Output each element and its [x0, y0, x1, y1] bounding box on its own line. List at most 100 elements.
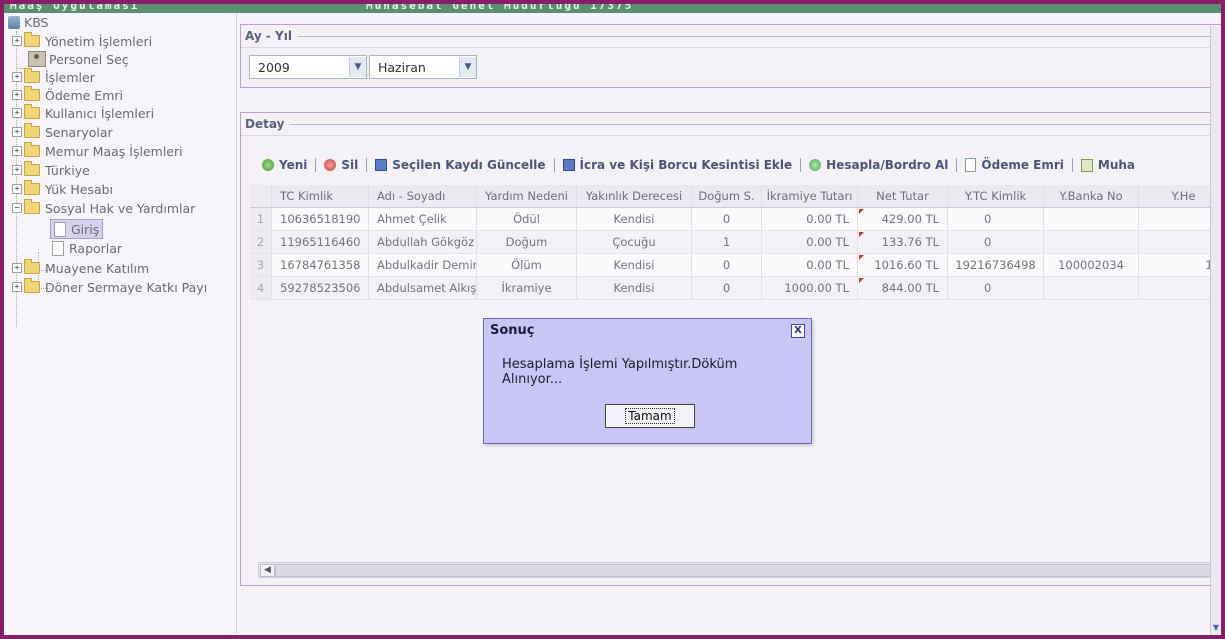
calculate-payroll-button[interactable]: Hesapla/Bordro Al: [803, 158, 954, 172]
ok-button-label: Tamam: [625, 408, 675, 424]
tree-item-odeme-emri[interactable]: + Ödeme Emri: [12, 86, 123, 104]
expand-icon[interactable]: +: [12, 165, 22, 175]
grid-header-row: TC Kimlik Adı - Soyadı Yardım Nedeni Yak…: [250, 185, 1220, 208]
save-icon: [562, 159, 575, 171]
tree-item-yuk-hesabi[interactable]: + Yük Hesabı: [12, 180, 113, 198]
column-header[interactable]: Y.TC Kimlik: [948, 185, 1044, 207]
expand-icon[interactable]: +: [12, 108, 22, 118]
result-dialog: Sonuç X Hesaplama İşlemi Yapılmıştır.Dök…: [483, 318, 812, 444]
vertical-scrollbar[interactable]: ▼: [1210, 26, 1221, 635]
expand-icon[interactable]: +: [12, 263, 22, 273]
year-select[interactable]: 2009 ▼: [249, 55, 367, 79]
expand-icon[interactable]: +: [12, 146, 22, 156]
navigation-tree: KBS + Yönetim İşlemleri Personel Seç + İ…: [4, 13, 237, 633]
column-header[interactable]: Adı - Soyadı: [369, 185, 477, 207]
new-button[interactable]: Yeni: [256, 158, 313, 172]
table-row[interactable]: 2 11965116460 Abdullah Gökgöz Doğum Çocu…: [250, 231, 1220, 254]
tree-item-raporlar[interactable]: Raporlar: [52, 239, 122, 257]
chevron-down-icon[interactable]: ▼: [349, 57, 366, 77]
calculate-icon: [809, 159, 822, 171]
expand-icon[interactable]: +: [12, 282, 22, 292]
server-icon: [8, 15, 20, 29]
column-header[interactable]: Net Tutar: [858, 185, 948, 207]
folder-icon: [24, 68, 40, 83]
tree-item-personel-sec[interactable]: Personel Seç: [28, 50, 129, 68]
tree-item-yonetim[interactable]: + Yönetim İşlemleri: [12, 32, 152, 50]
tree-item-giris[interactable]: Giriş: [50, 219, 104, 239]
page-icon: [54, 221, 66, 237]
document-icon: [965, 158, 977, 172]
folder-icon: [24, 161, 40, 176]
detail-grid: TC Kimlik Adı - Soyadı Yardım Nedeni Yak…: [250, 185, 1220, 307]
add-icon: [262, 159, 274, 171]
column-header[interactable]: Y.He: [1139, 185, 1220, 207]
column-header[interactable]: Yardım Nedeni: [477, 185, 577, 207]
detail-toolbar: Yeni Sil Seçilen Kaydı Güncelle İcra ve …: [256, 150, 1221, 180]
folder-icon: [24, 278, 40, 293]
column-header[interactable]: İkramiye Tutarı: [762, 185, 858, 207]
folder-icon: [24, 104, 40, 119]
remove-icon: [324, 159, 337, 171]
folder-icon: [24, 142, 40, 157]
scrollbar-thumb[interactable]: [275, 564, 1213, 577]
close-icon[interactable]: X: [791, 324, 805, 338]
folder-icon: [24, 86, 40, 101]
month-value: Haziran: [378, 59, 426, 75]
folder-icon: [24, 259, 40, 274]
table-row[interactable]: 3 16784761358 Abdulkadir Demiral Ölüm Ke…: [250, 254, 1220, 277]
tree-item-memur-maas[interactable]: + Memur Maaş İşlemleri: [12, 142, 183, 160]
year-value: 2009: [258, 59, 290, 75]
folder-icon: [24, 123, 40, 138]
payment-order-button[interactable]: Ödeme Emri: [959, 158, 1069, 172]
expand-icon[interactable]: +: [12, 184, 22, 194]
accounting-button[interactable]: Muha: [1075, 158, 1141, 172]
period-panel-header: Ay - Yıl: [241, 25, 1221, 48]
tree-item-muayene[interactable]: + Muayene Katılım: [12, 259, 149, 277]
expand-icon[interactable]: +: [12, 90, 22, 100]
page-icon: [52, 240, 64, 256]
title-bar: Maaş Uygulaması Muhasebat Genel Müdürlüğ…: [4, 4, 1221, 13]
scroll-left-icon[interactable]: ◀: [260, 564, 275, 577]
month-select[interactable]: Haziran ▼: [369, 55, 477, 79]
period-panel-title: Ay - Yıl: [245, 29, 292, 43]
tree-item-islemler[interactable]: + İşlemler: [12, 68, 95, 86]
tree-item-kullanici[interactable]: + Kullanıcı İşlemleri: [12, 104, 154, 122]
expand-icon[interactable]: +: [12, 36, 22, 46]
column-header[interactable]: Y.Banka No: [1044, 185, 1139, 207]
horizontal-scrollbar[interactable]: ◀: [258, 562, 1215, 578]
add-deduction-button[interactable]: İcra ve Kişi Borcu Kesintisi Ekle: [557, 158, 799, 172]
period-panel: Ay - Yıl 2009 ▼ Haziran ▼: [240, 24, 1221, 88]
ok-button[interactable]: Tamam: [605, 404, 695, 428]
dialog-message: Hesaplama İşlemi Yapılmıştır.Döküm Alını…: [502, 357, 738, 387]
folder-open-icon: [24, 199, 40, 214]
dialog-title: Sonuç: [490, 323, 535, 338]
person-card-icon: [28, 51, 46, 67]
detail-panel-title: Detay: [245, 117, 285, 131]
column-header[interactable]: Yakınlık Derecesi: [577, 185, 692, 207]
table-row[interactable]: 1 10636518190 Ahmet Çelik Ödül Kendisi 0…: [250, 208, 1220, 231]
expand-icon[interactable]: +: [12, 72, 22, 82]
app-subtitle: Muhasebat Genel Müdürlüğü 17375: [366, 4, 634, 12]
column-header[interactable]: TC Kimlik: [272, 185, 369, 207]
delete-button[interactable]: Sil: [318, 158, 364, 172]
tree-root-label: KBS: [24, 14, 49, 30]
detail-panel-header: Detay: [241, 113, 1221, 136]
tree-item-turkiye[interactable]: + Türkiye: [12, 161, 90, 179]
app-window: Maaş Uygulaması Muhasebat Genel Müdürlüğ…: [0, 0, 1225, 639]
column-header[interactable]: Doğum S.: [692, 185, 762, 207]
table-row[interactable]: 4 59278523506 Abdulsamet Alkış İkramiye …: [250, 277, 1220, 300]
tree-root-kbs[interactable]: KBS: [8, 13, 49, 31]
collapse-icon[interactable]: −: [12, 203, 22, 213]
folder-icon: [24, 32, 40, 47]
folder-icon: [24, 180, 40, 195]
expand-icon[interactable]: +: [12, 127, 22, 137]
save-icon: [375, 159, 388, 171]
tree-item-doner-sermaye[interactable]: + Döner Sermaye Katkı Payı: [12, 278, 207, 296]
scroll-down-icon[interactable]: ▼: [1211, 623, 1221, 633]
tree-item-senaryolar[interactable]: + Senaryolar: [12, 123, 113, 141]
chevron-down-icon[interactable]: ▼: [459, 57, 476, 77]
app-title: Maaş Uygulaması: [10, 4, 140, 12]
tree-item-sosyal-hak[interactable]: − Sosyal Hak ve Yardımlar: [12, 199, 195, 217]
update-selected-button[interactable]: Seçilen Kaydı Güncelle: [369, 158, 551, 172]
ledger-icon: [1080, 158, 1093, 172]
